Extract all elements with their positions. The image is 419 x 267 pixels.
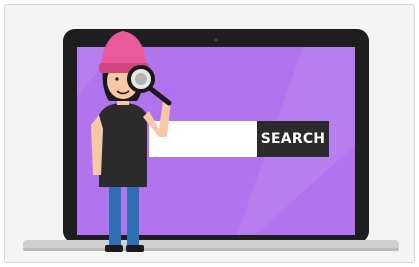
search-button[interactable]: SEARCH bbox=[257, 121, 329, 157]
search-bar: SEARCH bbox=[149, 121, 329, 157]
laptop-base-shadow bbox=[23, 248, 399, 251]
search-input[interactable] bbox=[149, 121, 257, 157]
laptop-camera bbox=[214, 38, 218, 42]
illustration-frame: SEARCH bbox=[4, 4, 415, 263]
